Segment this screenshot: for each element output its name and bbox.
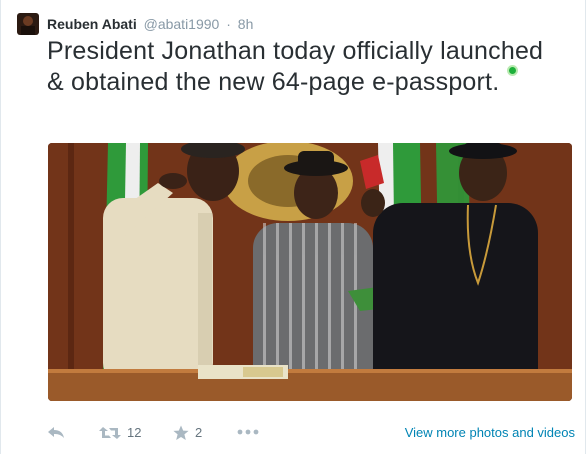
more-button[interactable] <box>237 424 259 440</box>
author-name[interactable]: Reuben Abati <box>47 16 137 32</box>
avatar[interactable] <box>17 13 39 35</box>
status-dot-icon <box>507 65 519 76</box>
view-more-link[interactable]: View more photos and videos <box>405 424 575 442</box>
tweet-text-content: President Jonathan today officially laun… <box>47 37 544 96</box>
reply-button[interactable] <box>47 424 65 440</box>
tweet-text: President Jonathan today officially laun… <box>47 36 557 98</box>
timestamp[interactable]: 8h <box>238 16 254 32</box>
tweet-photo[interactable] <box>48 143 572 401</box>
photo-scene <box>48 143 572 401</box>
favorite-button[interactable]: 2 <box>173 424 202 442</box>
tweet-card: Reuben Abati @abati1990 · 8h President J… <box>0 0 586 454</box>
star-icon <box>173 425 189 441</box>
more-dots-icon <box>237 424 259 440</box>
reply-icon <box>47 424 65 440</box>
retweet-count: 12 <box>127 425 142 440</box>
retweet-button[interactable]: 12 <box>99 424 141 442</box>
tweet-header: Reuben Abati @abati1990 · 8h <box>47 15 253 33</box>
author-handle[interactable]: @abati1990 <box>144 16 220 32</box>
tweet-actions: 12 2 View more photos and videos <box>47 424 577 442</box>
favorite-count: 2 <box>195 425 203 440</box>
retweet-icon <box>99 425 121 441</box>
separator-dot: · <box>226 16 231 32</box>
